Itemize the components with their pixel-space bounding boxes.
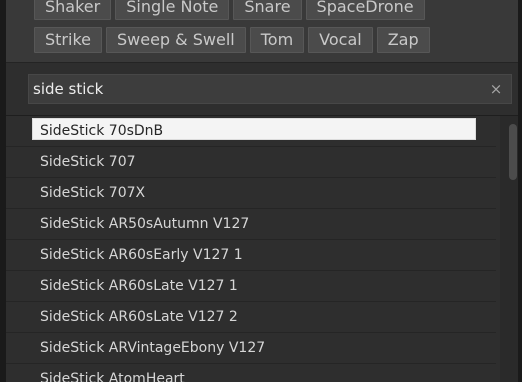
results-list: SideStick 70sDnB SideStick 707 SideStick… xyxy=(6,116,496,382)
list-item[interactable]: SideStick AR60sLate V127 2 xyxy=(6,302,496,333)
list-item[interactable]: SideStick AR50sAutumn V127 xyxy=(6,209,496,240)
tag-shaker[interactable]: Shaker xyxy=(34,0,112,20)
list-item[interactable]: SideStick AR60sLate V127 1 xyxy=(6,271,496,302)
list-item-label: SideStick ARVintageEbony V127 xyxy=(40,340,266,356)
tag-vocal[interactable]: Vocal xyxy=(308,27,373,53)
tag-tom[interactable]: Tom xyxy=(249,27,305,53)
scrollbar-thumb[interactable] xyxy=(509,124,517,180)
list-item-label: SideStick AR60sLate V127 2 xyxy=(40,309,238,325)
browser-panel: Shaker Single Note Snare SpaceDrone Stri… xyxy=(0,0,522,382)
list-item[interactable]: SideStick AR60sEarly V127 1 xyxy=(6,240,496,271)
search-area: × xyxy=(6,63,518,116)
panel-right-edge xyxy=(518,0,522,382)
list-item-label: SideStick AtomHeart xyxy=(40,371,185,382)
list-item[interactable]: SideStick ARVintageEbony V127 xyxy=(6,333,496,364)
list-item-label: SideStick AR60sLate V127 1 xyxy=(40,278,238,294)
search-box: × xyxy=(28,74,512,104)
list-item-label: SideStick AR60sEarly V127 1 xyxy=(40,247,243,263)
list-item[interactable]: SideStick 707 xyxy=(6,147,496,178)
tag-filter-area: Shaker Single Note Snare SpaceDrone Stri… xyxy=(6,0,518,63)
list-item-label: SideStick 707 xyxy=(40,154,136,170)
search-input[interactable] xyxy=(33,78,473,100)
tag-snare[interactable]: Snare xyxy=(233,0,302,20)
list-item-label: SideStick 707X xyxy=(40,185,146,201)
tag-sweep-and-swell[interactable]: Sweep & Swell xyxy=(106,27,246,53)
tag-row-1: Shaker Single Note Snare SpaceDrone xyxy=(34,0,429,20)
list-item[interactable]: SideStick 707X xyxy=(6,178,496,209)
tag-zap[interactable]: Zap xyxy=(376,27,430,53)
tag-row-2: Strike Sweep & Swell Tom Vocal Zap xyxy=(34,27,434,53)
list-item[interactable]: SideStick AtomHeart xyxy=(6,364,496,382)
tag-single-note[interactable]: Single Note xyxy=(115,0,230,20)
tag-strike[interactable]: Strike xyxy=(34,27,102,53)
close-icon[interactable]: × xyxy=(487,79,505,99)
tag-spacedrone[interactable]: SpaceDrone xyxy=(305,0,425,20)
list-item-label: SideStick AR50sAutumn V127 xyxy=(40,216,250,232)
list-item-label: SideStick 70sDnB xyxy=(40,123,164,139)
list-item[interactable]: SideStick 70sDnB xyxy=(6,116,496,147)
